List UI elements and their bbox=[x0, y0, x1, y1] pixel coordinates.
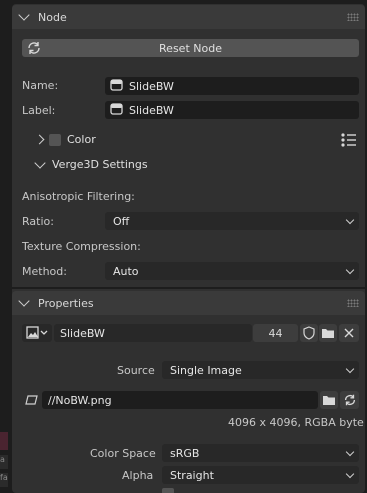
strip-text-a: a bbox=[0, 455, 8, 469]
unlink-image-button[interactable] bbox=[339, 324, 359, 342]
color-space-value: sRGB bbox=[170, 446, 200, 460]
ratio-value: Off bbox=[113, 214, 130, 228]
user-count-value: 44 bbox=[268, 326, 283, 340]
image-name-value: SlideBW bbox=[60, 326, 105, 340]
color-checkbox[interactable] bbox=[49, 133, 61, 146]
name-value: SlideBW bbox=[129, 79, 174, 93]
alpha-dropdown[interactable]: Straight bbox=[162, 466, 359, 484]
image-browse-button[interactable] bbox=[22, 324, 52, 342]
list-menu-icon[interactable] bbox=[341, 133, 357, 150]
reset-node-label: Reset Node bbox=[159, 41, 222, 55]
file-path-field[interactable]: //NoBW.png bbox=[42, 391, 318, 409]
properties-panel-title: Properties bbox=[38, 296, 94, 310]
label-label: Label: bbox=[22, 104, 56, 117]
ratio-label: Ratio: bbox=[22, 215, 54, 228]
folder-icon bbox=[323, 396, 335, 405]
node-icon bbox=[110, 78, 123, 94]
file-icon bbox=[22, 391, 42, 409]
color-label: Color bbox=[67, 133, 96, 146]
image-name-field[interactable]: SlideBW bbox=[54, 324, 252, 342]
drag-grip-icon[interactable] bbox=[347, 13, 359, 21]
left-editor-strip: a fa bbox=[0, 0, 10, 493]
panel-divider bbox=[12, 287, 365, 289]
color-space-dropdown[interactable]: sRGB bbox=[162, 444, 359, 462]
reset-node-button[interactable]: Reset Node bbox=[22, 39, 359, 57]
compression-label: Texture Compression: bbox=[22, 240, 141, 253]
chevron-right-icon bbox=[34, 134, 45, 145]
browse-file-button[interactable] bbox=[320, 391, 338, 409]
file-path-value: //NoBW.png bbox=[48, 393, 112, 407]
cut-off-checkbox[interactable] bbox=[162, 488, 174, 493]
method-dropdown[interactable]: Auto bbox=[105, 262, 359, 280]
name-field[interactable]: SlideBW bbox=[105, 77, 359, 95]
alpha-label: Alpha bbox=[122, 469, 154, 482]
reload-image-button[interactable] bbox=[340, 391, 359, 409]
source-dropdown[interactable]: Single Image bbox=[162, 361, 359, 379]
folder-icon bbox=[322, 329, 334, 338]
node-panel-header[interactable]: Node bbox=[12, 5, 365, 29]
verge3d-label: Verge3D Settings bbox=[52, 158, 148, 171]
chevron-down-icon bbox=[34, 156, 46, 169]
ratio-dropdown[interactable]: Off bbox=[105, 212, 359, 230]
chevron-down-icon bbox=[18, 295, 30, 307]
fake-user-button[interactable] bbox=[300, 324, 318, 342]
node-panel-title: Node bbox=[38, 10, 67, 24]
label-field[interactable]: SlideBW bbox=[105, 101, 359, 119]
method-value: Auto bbox=[113, 264, 139, 278]
user-count-button[interactable]: 44 bbox=[253, 324, 298, 342]
aniso-label: Anisotropic Filtering: bbox=[22, 190, 135, 203]
method-label: Method: bbox=[22, 265, 67, 278]
shield-icon bbox=[303, 326, 315, 340]
strip-text-b: fa bbox=[0, 473, 8, 487]
color-subpanel-header[interactable]: Color bbox=[34, 133, 96, 146]
refresh-icon bbox=[344, 394, 355, 406]
sidebar-panels: Node Reset Node Name: SlideBW Label: Sli… bbox=[12, 4, 365, 493]
source-label: Source bbox=[117, 364, 155, 377]
drag-grip-icon[interactable] bbox=[347, 299, 359, 307]
chevron-down-icon bbox=[18, 9, 30, 21]
strip-accent bbox=[0, 432, 8, 450]
chevron-down-icon bbox=[345, 215, 355, 225]
properties-panel-header[interactable]: Properties bbox=[12, 291, 365, 315]
label-value: SlideBW bbox=[129, 103, 174, 117]
color-space-label: Color Space bbox=[90, 447, 156, 460]
source-value: Single Image bbox=[170, 363, 242, 377]
close-icon bbox=[344, 328, 354, 338]
chevron-down-icon bbox=[345, 364, 355, 374]
open-image-button[interactable] bbox=[319, 324, 337, 342]
refresh-icon bbox=[26, 40, 42, 59]
chevron-down-icon bbox=[345, 265, 355, 275]
alpha-value: Straight bbox=[170, 468, 214, 482]
image-icon bbox=[26, 326, 48, 339]
verge3d-subpanel-header[interactable]: Verge3D Settings bbox=[34, 156, 148, 171]
image-info: 4096 x 4096, RGBA byte bbox=[228, 416, 364, 429]
chevron-down-icon bbox=[345, 469, 355, 479]
chevron-down-icon bbox=[345, 447, 355, 457]
name-label: Name: bbox=[22, 79, 59, 92]
node-icon bbox=[110, 102, 123, 118]
